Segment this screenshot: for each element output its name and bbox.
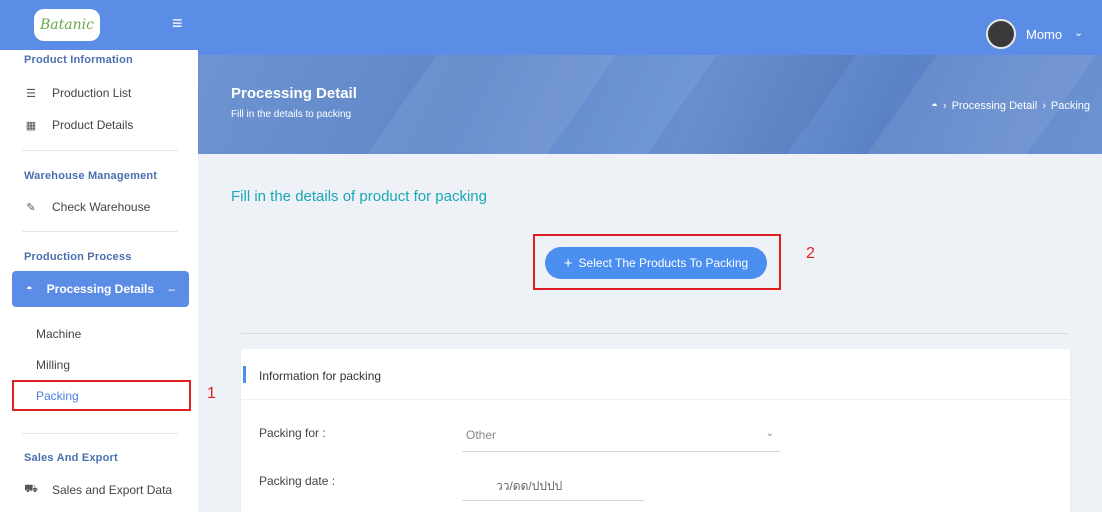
logo-bar: Batanic ≡	[0, 0, 198, 50]
sidebar-item-label: Production List	[52, 86, 132, 100]
breadcrumb: ◓ › Processing Detail › Packing	[931, 100, 1090, 112]
hamburger-menu-icon[interactable]: ≡	[172, 13, 183, 34]
annotation-number-1: 1	[207, 385, 216, 402]
annotation-box-1	[12, 380, 191, 411]
sidebar-divider	[22, 231, 178, 232]
card-header: Information for packing	[241, 349, 1070, 400]
packing-date-input[interactable]: วว/ดด/ปปปป	[462, 468, 644, 501]
section-title-production-process: Production Process	[24, 251, 132, 263]
sidebar-subitem-milling[interactable]: Milling	[36, 358, 70, 372]
packing-date-placeholder: วว/ดด/ปปปป	[496, 479, 563, 493]
chevron-down-icon[interactable]: ⌄	[1074, 26, 1083, 39]
plus-icon: +	[563, 254, 573, 272]
banner-decoration	[345, 55, 631, 154]
card-accent-bar	[243, 366, 246, 383]
top-navbar	[198, 0, 1102, 55]
sidebar-divider	[22, 433, 178, 434]
sidebar-item-label: Product Details	[52, 118, 134, 132]
list-icon: ☰	[26, 87, 36, 100]
button-label: Select The Products To Packing	[578, 256, 749, 270]
page-subtitle: Fill in the details to packing	[231, 109, 352, 120]
banner-decoration	[625, 55, 871, 154]
packing-for-select[interactable]: Other ⌄	[462, 419, 780, 452]
sidebar-divider	[22, 150, 178, 151]
packing-for-label: Packing for :	[259, 426, 326, 440]
user-name[interactable]: Momo	[1026, 27, 1062, 42]
section-heading: Fill in the details of product for packi…	[231, 188, 487, 205]
dashboard-icon: ◓	[26, 283, 33, 295]
annotation-number-2: 2	[806, 245, 815, 262]
sidebar-item-product-details[interactable]: ▦ Product Details	[24, 114, 190, 136]
brand-logo[interactable]: Batanic	[34, 9, 100, 41]
cart-icon: ⛟	[24, 483, 38, 495]
sidebar-item-label: Sales and Export Data	[52, 483, 173, 497]
packing-for-value: Other	[466, 428, 497, 442]
sidebar-item-processing-details[interactable]: ◓ Processing Details –	[12, 271, 189, 307]
edit-icon: ✎	[26, 201, 36, 214]
packing-date-label: Packing date :	[259, 474, 336, 488]
sidebar-item-label: Check Warehouse	[52, 200, 151, 214]
breadcrumb-item[interactable]: Processing Detail	[952, 100, 1038, 112]
home-dashboard-icon[interactable]: ◓	[931, 100, 938, 112]
grid-icon: ▦	[25, 119, 37, 132]
breadcrumb-item-current: Packing	[1050, 100, 1090, 112]
sidebar-item-check-warehouse[interactable]: ✎ Check Warehouse	[24, 196, 190, 218]
sidebar-item-production-list[interactable]: ☰ Production List	[24, 82, 190, 104]
select-products-button[interactable]: + Select The Products To Packing	[545, 247, 767, 279]
section-title-product-information: Product Information	[24, 54, 133, 66]
sidebar-subitem-machine[interactable]: Machine	[36, 327, 81, 341]
collapse-toggle[interactable]: –	[168, 282, 175, 296]
page-title: Processing Detail	[231, 85, 357, 102]
section-title-sales-and-export: Sales And Export	[24, 452, 118, 464]
sidebar-item-label: Processing Details	[46, 282, 155, 296]
divider	[241, 333, 1069, 334]
chevron-down-icon: ⌄	[765, 428, 774, 439]
user-avatar[interactable]	[986, 19, 1016, 49]
card-title: Information for packing	[259, 369, 382, 383]
sidebar-item-sales-and-export-data[interactable]: ⛟ Sales and Export Data	[24, 479, 190, 501]
section-title-warehouse-management: Warehouse Management	[24, 170, 158, 182]
sidebar: Batanic ≡ Product Information ☰ Producti…	[0, 0, 198, 512]
